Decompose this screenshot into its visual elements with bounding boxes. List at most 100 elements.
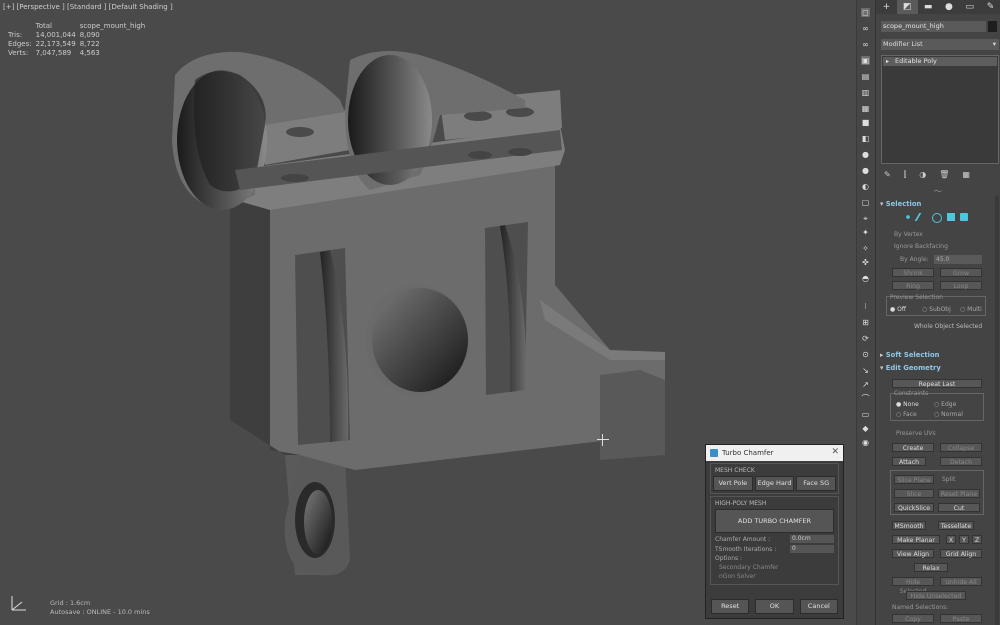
unhide-all-button[interactable]: Unhide All xyxy=(940,577,982,586)
modify-tab-icon[interactable]: ◩ xyxy=(896,0,918,14)
make-planar-button[interactable]: Make Planar xyxy=(892,535,940,544)
cancel-button[interactable]: Cancel xyxy=(799,599,838,614)
remove-modifier-icon[interactable]: 🗑 xyxy=(939,170,949,180)
pin-stack-icon[interactable]: ✎ xyxy=(884,170,891,180)
secondary-chamfer-checkbox[interactable]: Secondary Chamfer xyxy=(719,564,830,571)
vert-pole-button[interactable]: Vert Pole xyxy=(713,476,753,491)
panel-scrollbar[interactable] xyxy=(995,196,999,625)
render-icon[interactable]: ◆ xyxy=(861,424,870,433)
dome-icon[interactable]: ◓ xyxy=(861,274,870,283)
constraint-face-radio[interactable]: ○ Face xyxy=(896,411,917,418)
spot-light-icon[interactable]: ✧ xyxy=(861,244,870,253)
layer-icon[interactable]: ▭ xyxy=(861,410,870,419)
object-name-field[interactable]: scope_mount_high xyxy=(881,21,986,32)
move-icon[interactable]: ↘ xyxy=(861,366,870,375)
grow-button[interactable]: Grow xyxy=(940,268,982,277)
slice-plane-button[interactable]: Slice Plane xyxy=(894,475,934,484)
soft-selection-rollout-header[interactable]: Soft Selection xyxy=(880,351,940,359)
sphere-icon[interactable]: ● xyxy=(861,150,870,159)
graphite-select-icon[interactable]: ▣ xyxy=(861,56,870,65)
scale-icon[interactable]: ↗ xyxy=(861,380,870,389)
tsmooth-spinner[interactable]: 0 xyxy=(790,545,834,553)
ok-button[interactable]: OK xyxy=(755,599,794,614)
material-icon[interactable]: ◉ xyxy=(861,438,870,447)
create-button[interactable]: Create xyxy=(892,443,934,452)
shrink-button[interactable]: Shrink xyxy=(892,268,934,277)
plane-icon[interactable]: ▢ xyxy=(861,198,870,207)
stack-item-editable-poly[interactable]: Editable Poly xyxy=(883,57,997,66)
hide-unselected-button[interactable]: Hide Unselected xyxy=(906,591,966,600)
view-align-button[interactable]: View Align xyxy=(892,549,934,558)
helper-icon[interactable]: ✜ xyxy=(861,258,870,267)
reset-plane-button[interactable]: Reset Plane xyxy=(938,489,980,498)
grid-snap-icon[interactable]: ⁝ xyxy=(861,302,870,311)
close-icon[interactable]: ✕ xyxy=(831,447,839,457)
attach-button[interactable]: Attach xyxy=(892,457,926,466)
add-turbo-chamfer-button[interactable]: ADD TURBO CHAMFER xyxy=(715,509,834,533)
make-unique-icon[interactable]: ◑ xyxy=(919,170,926,180)
array-icon[interactable]: ▦ xyxy=(861,104,870,113)
rotate-icon[interactable]: ⟳ xyxy=(861,334,870,343)
detach-button[interactable]: Detach xyxy=(940,457,982,466)
light-icon[interactable]: ✦ xyxy=(861,228,870,237)
hierarchy-tab-icon[interactable]: ▬ xyxy=(918,0,939,14)
modifier-stack[interactable]: Editable Poly xyxy=(881,55,999,164)
vertex-level-icon[interactable] xyxy=(904,213,912,221)
preview-subobj-radio[interactable]: ○ SubObj xyxy=(922,306,951,313)
polygon-level-icon[interactable] xyxy=(947,213,955,221)
slice-button[interactable]: Slice xyxy=(894,489,934,498)
bend-icon[interactable]: ⌒ xyxy=(861,394,870,403)
by-angle-checkbox[interactable]: By Angle: xyxy=(900,256,929,263)
perspective-viewport[interactable]: [+] [Perspective ] [Standard ] [Default … xyxy=(0,0,856,625)
cylinder-icon[interactable]: ◐ xyxy=(861,182,870,191)
collapse-button[interactable]: Collapse xyxy=(940,443,982,452)
border-level-icon[interactable] xyxy=(932,213,942,223)
constraint-edge-radio[interactable]: ○ Edge xyxy=(934,401,956,408)
pivot-icon[interactable]: ⊙ xyxy=(861,350,870,359)
show-end-result-icon[interactable]: ⫿ xyxy=(904,170,907,180)
face-sg-button[interactable]: Face SG xyxy=(796,476,837,491)
reset-button[interactable]: Reset xyxy=(711,599,750,614)
edit-geometry-rollout-header[interactable]: Edit Geometry xyxy=(880,364,941,372)
constraint-normal-radio[interactable]: ○ Normal xyxy=(934,411,963,418)
constraint-none-radio[interactable]: ● None xyxy=(896,401,919,408)
preview-multi-radio[interactable]: ○ Multi xyxy=(960,306,982,313)
mirror-icon[interactable]: ▥ xyxy=(861,88,870,97)
paste-button[interactable]: Paste xyxy=(940,614,982,623)
planar-z-button[interactable]: Z xyxy=(972,535,982,544)
configure-sets-icon[interactable]: ▦ xyxy=(962,170,970,180)
split-checkbox[interactable]: Split xyxy=(942,476,955,483)
target-icon[interactable]: ⌖ xyxy=(861,214,870,223)
repeat-last-button[interactable]: Repeat Last xyxy=(892,379,982,388)
box-icon[interactable]: ■ xyxy=(861,118,870,127)
chamfer-amount-spinner[interactable]: 0.0cm xyxy=(790,535,834,543)
by-vertex-checkbox[interactable]: By Vertex xyxy=(894,231,923,238)
quickslice-button[interactable]: QuickSlice xyxy=(894,503,934,512)
angle-spinner[interactable]: 45.0 xyxy=(934,255,982,264)
tessellate-button[interactable]: Tessellate xyxy=(938,521,974,530)
planar-x-button[interactable]: X xyxy=(946,535,956,544)
modifier-list-dropdown[interactable]: Modifier List ▾ xyxy=(881,39,999,50)
ring-button[interactable]: Ring xyxy=(892,281,934,290)
ring-icon[interactable]: ∞ xyxy=(861,40,870,49)
cube-icon[interactable]: ◧ xyxy=(861,134,870,143)
relax-button[interactable]: Relax xyxy=(914,563,948,572)
clone-icon[interactable]: ▤ xyxy=(861,72,870,81)
cut-button[interactable]: Cut xyxy=(938,503,980,512)
object-color-swatch[interactable] xyxy=(988,21,997,32)
selection-rollout-header[interactable]: Selection xyxy=(880,200,922,208)
msmooth-button[interactable]: MSmooth xyxy=(892,521,926,530)
dialog-titlebar[interactable]: Turbo Chamfer ✕ xyxy=(706,445,843,461)
grid-align-button[interactable]: Grid Align xyxy=(940,549,982,558)
planar-y-button[interactable]: Y xyxy=(959,535,969,544)
ignore-backfacing-checkbox[interactable]: Ignore Backfacing xyxy=(894,243,948,250)
hide-selected-button[interactable]: Hide Selected xyxy=(892,577,934,595)
preserve-uvs-checkbox[interactable]: Preserve UVs xyxy=(896,430,936,437)
geosphere-icon[interactable]: ● xyxy=(861,166,870,175)
align-icon[interactable]: ⊞ xyxy=(861,318,870,327)
display-tab-icon[interactable]: ▭ xyxy=(959,0,980,14)
loop-button[interactable]: Loop xyxy=(940,281,982,290)
element-level-icon[interactable] xyxy=(960,213,968,221)
edge-level-icon[interactable] xyxy=(914,213,930,221)
motion-tab-icon[interactable]: ● xyxy=(938,0,959,14)
